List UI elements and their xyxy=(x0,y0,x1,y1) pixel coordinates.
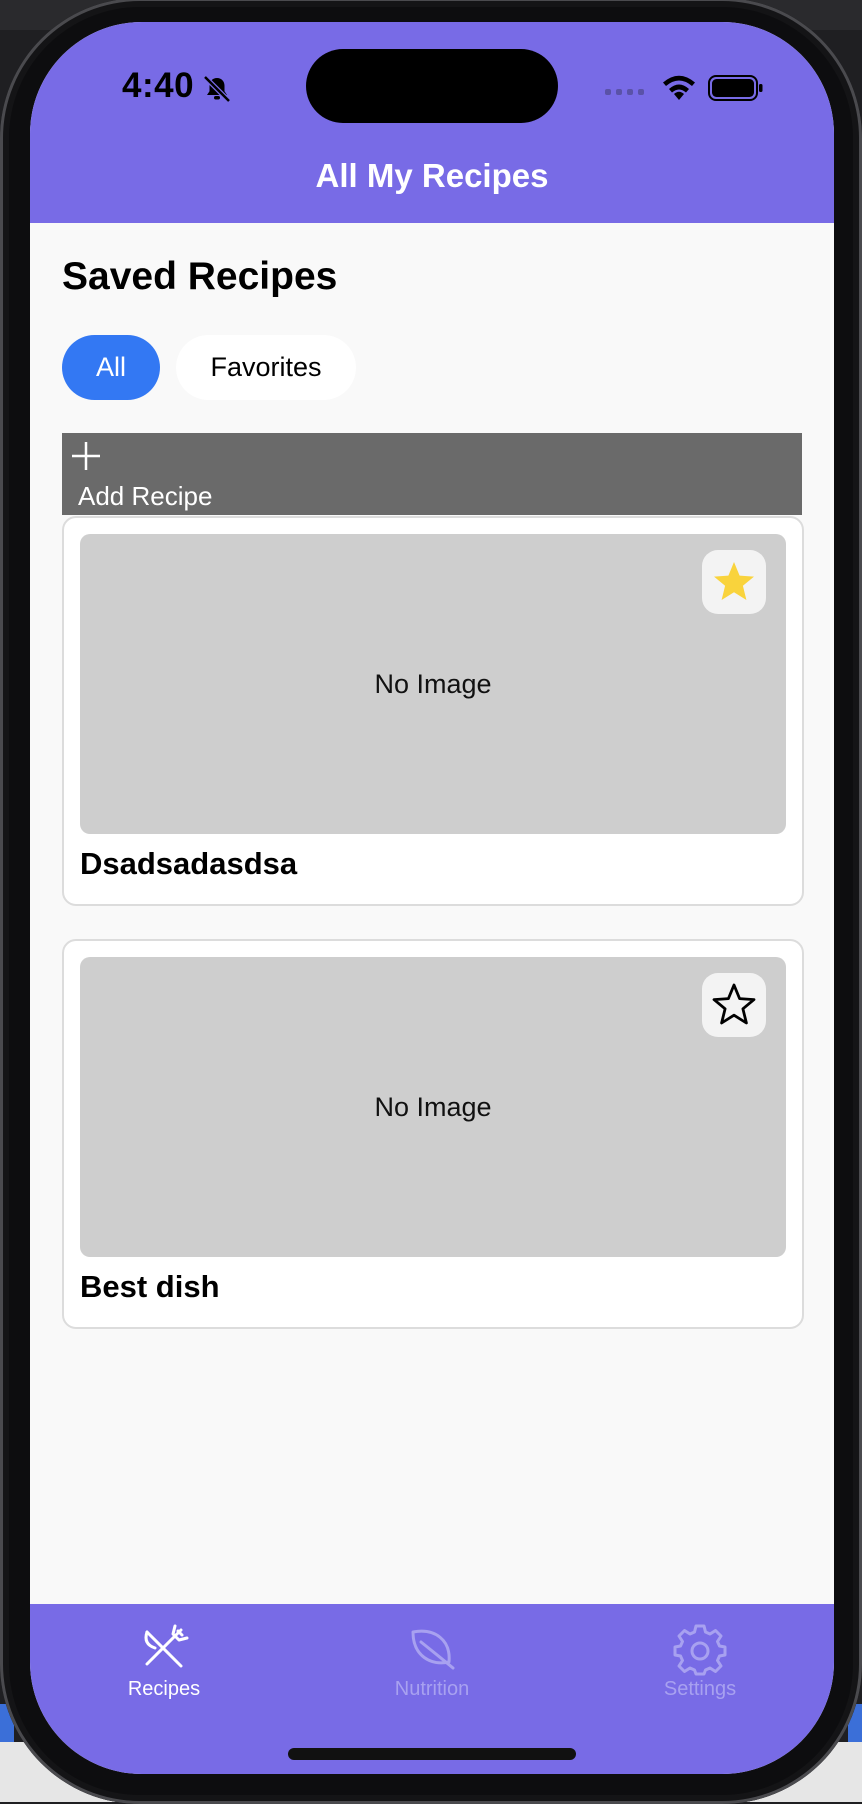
page-title: All My Recipes xyxy=(315,157,549,194)
filter-favorites-button[interactable]: Favorites xyxy=(176,335,356,400)
gear-icon xyxy=(673,1624,727,1676)
dynamic-island xyxy=(306,49,558,123)
favorite-toggle-button[interactable] xyxy=(702,550,766,614)
recipe-title: Dsadsadasdsa xyxy=(80,846,298,881)
star-outline-icon xyxy=(712,983,756,1025)
add-recipe-label: Add Recipe xyxy=(78,481,213,511)
recipe-image-placeholder: No Image xyxy=(80,534,786,834)
leaf-icon xyxy=(411,1629,455,1670)
cellular-signal-icon xyxy=(605,89,644,95)
app-header: 4:40 All My Recipes xyxy=(30,22,834,223)
no-image-label: No Image xyxy=(374,668,492,699)
section-title: Saved Recipes xyxy=(62,255,338,298)
battery-icon xyxy=(708,75,763,101)
phone-frame: 4:40 All My Recipes Saved Recipes All Fa… xyxy=(0,0,862,1804)
favorite-toggle-button[interactable] xyxy=(702,973,766,1037)
tab-label: Settings xyxy=(663,1678,737,1700)
tab-nutrition[interactable]: Nutrition xyxy=(352,1622,512,1701)
recipe-card[interactable]: No Image Dsadsadasdsa xyxy=(62,516,804,906)
star-filled-icon xyxy=(714,562,754,600)
tab-label: Nutrition xyxy=(394,1678,470,1700)
recipe-title: Best dish xyxy=(80,1269,220,1304)
tab-recipes[interactable]: Recipes xyxy=(84,1622,244,1701)
status-time: 4:40 xyxy=(122,66,195,105)
wifi-icon xyxy=(663,75,695,100)
tab-settings[interactable]: Settings xyxy=(620,1622,780,1701)
add-recipe-button[interactable]: Add Recipe xyxy=(62,433,802,515)
home-indicator[interactable] xyxy=(288,1748,576,1760)
recipe-image-placeholder: No Image xyxy=(80,957,786,1257)
tab-label: Recipes xyxy=(127,1678,201,1700)
app-screen: 4:40 All My Recipes Saved Recipes All Fa… xyxy=(30,22,834,1774)
plus-icon xyxy=(72,442,100,470)
bell-slash-icon xyxy=(203,75,231,103)
filter-all-button[interactable]: All xyxy=(62,335,160,400)
fork-knife-icon xyxy=(144,1624,189,1668)
recipe-card[interactable]: No Image Best dish xyxy=(62,939,804,1329)
no-image-label: No Image xyxy=(374,1091,492,1122)
